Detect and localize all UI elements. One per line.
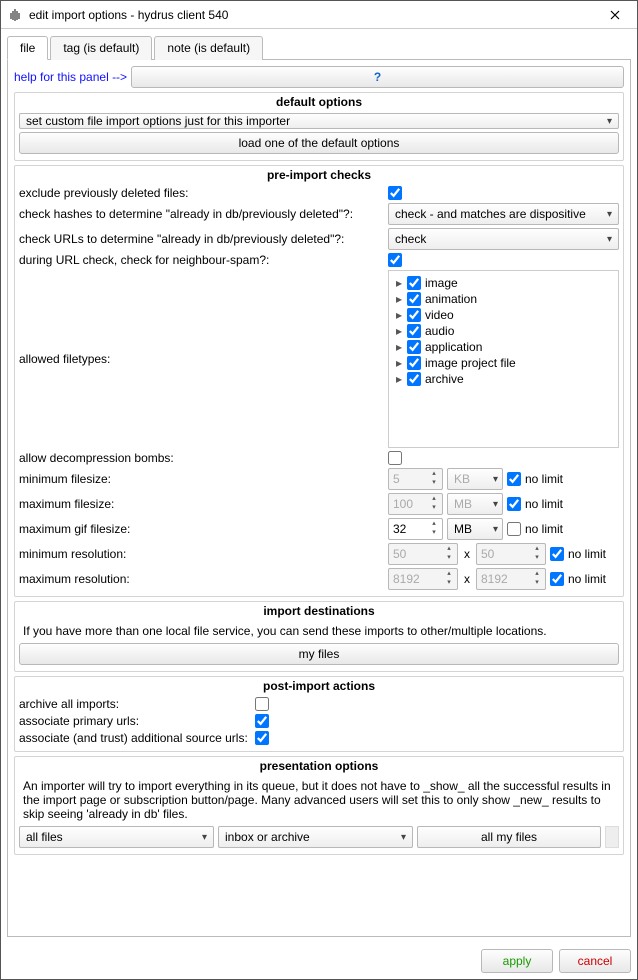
min-res-label: minimum resolution: bbox=[19, 547, 382, 561]
tab-note[interactable]: note (is default) bbox=[154, 36, 263, 60]
min-res-w[interactable]: ▴▾ bbox=[388, 543, 458, 565]
max-filesize-nolimit[interactable] bbox=[507, 497, 521, 511]
section-presentation: presentation options An importer will tr… bbox=[14, 756, 624, 855]
neighbour-spam-checkbox[interactable] bbox=[388, 253, 402, 267]
filetype-checkbox[interactable] bbox=[407, 324, 421, 338]
destinations-desc: If you have more than one local file ser… bbox=[19, 622, 619, 640]
check-urls-label: check URLs to determine "already in db/p… bbox=[19, 232, 382, 246]
max-res-w[interactable]: ▴▾ bbox=[388, 568, 458, 590]
section-default-options: default options set custom file import o… bbox=[14, 92, 624, 161]
presentation-filter-2[interactable]: inbox or archive bbox=[218, 826, 413, 848]
filetype-item: ▸image project file bbox=[395, 355, 612, 371]
check-hashes-select[interactable]: check - and matches are dispositive bbox=[388, 203, 619, 225]
presentation-filter-1[interactable]: all files bbox=[19, 826, 214, 848]
additional-urls-checkbox[interactable] bbox=[255, 731, 269, 745]
chevron-right-icon[interactable]: ▸ bbox=[395, 356, 403, 370]
chevron-right-icon[interactable]: ▸ bbox=[395, 308, 403, 322]
presentation-filter-3[interactable]: all my files bbox=[417, 826, 601, 848]
tabs: file tag (is default) note (is default) bbox=[7, 35, 631, 60]
section-postimport: post-import actions archive all imports:… bbox=[14, 676, 624, 752]
close-button[interactable] bbox=[599, 4, 631, 26]
min-res-nolimit[interactable] bbox=[550, 547, 564, 561]
default-options-select[interactable]: set custom file import options just for … bbox=[19, 113, 619, 129]
max-gif-label: maximum gif filesize: bbox=[19, 522, 382, 536]
postimport-header: post-import actions bbox=[15, 677, 623, 695]
min-filesize-nolimit[interactable] bbox=[507, 472, 521, 486]
footer: apply cancel bbox=[1, 943, 637, 979]
filetype-checkbox[interactable] bbox=[407, 372, 421, 386]
min-filesize-label: minimum filesize: bbox=[19, 472, 382, 486]
tab-tag[interactable]: tag (is default) bbox=[50, 36, 152, 60]
min-res-h[interactable]: ▴▾ bbox=[476, 543, 546, 565]
preimport-header: pre-import checks bbox=[15, 166, 623, 184]
archive-checkbox[interactable] bbox=[255, 697, 269, 711]
filetype-item: ▸audio bbox=[395, 323, 612, 339]
filetypes-label: allowed filetypes: bbox=[19, 270, 382, 448]
chevron-right-icon[interactable]: ▸ bbox=[395, 324, 403, 338]
tab-file[interactable]: file bbox=[7, 36, 48, 60]
filetypes-tree[interactable]: ▸image ▸animation ▸video ▸audio ▸applica… bbox=[388, 270, 619, 448]
allow-decomp-checkbox[interactable] bbox=[388, 451, 402, 465]
max-res-h[interactable]: ▴▾ bbox=[476, 568, 546, 590]
x-label: x bbox=[462, 547, 472, 561]
min-filesize-unit[interactable]: KB bbox=[447, 468, 503, 490]
chevron-right-icon[interactable]: ▸ bbox=[395, 340, 403, 354]
filetype-checkbox[interactable] bbox=[407, 340, 421, 354]
destinations-header: import destinations bbox=[15, 602, 623, 620]
max-gif-unit[interactable]: MB bbox=[447, 518, 503, 540]
max-filesize-label: maximum filesize: bbox=[19, 497, 382, 511]
max-res-label: maximum resolution: bbox=[19, 572, 382, 586]
app-icon bbox=[7, 7, 23, 23]
help-label: help for this panel --> bbox=[14, 70, 127, 84]
filetype-checkbox[interactable] bbox=[407, 308, 421, 322]
default-options-header: default options bbox=[15, 93, 623, 111]
scroll-indicator[interactable] bbox=[605, 826, 619, 848]
presentation-desc: An importer will try to import everythin… bbox=[19, 777, 619, 823]
archive-label: archive all imports: bbox=[19, 697, 249, 711]
filetype-checkbox[interactable] bbox=[407, 292, 421, 306]
max-filesize-unit[interactable]: MB bbox=[447, 493, 503, 515]
destinations-button[interactable]: my files bbox=[19, 643, 619, 665]
max-gif-value[interactable]: ▴▾ bbox=[388, 518, 443, 540]
max-res-nolimit[interactable] bbox=[550, 572, 564, 586]
check-urls-select[interactable]: check bbox=[388, 228, 619, 250]
neighbour-spam-label: during URL check, check for neighbour-sp… bbox=[19, 253, 382, 267]
exclude-deleted-label: exclude previously deleted files: bbox=[19, 186, 382, 200]
min-filesize-value[interactable]: ▴▾ bbox=[388, 468, 443, 490]
apply-button[interactable]: apply bbox=[481, 949, 553, 973]
additional-urls-label: associate (and trust) additional source … bbox=[19, 731, 249, 745]
filetype-item: ▸application bbox=[395, 339, 612, 355]
filetype-item: ▸video bbox=[395, 307, 612, 323]
filetype-item: ▸animation bbox=[395, 291, 612, 307]
window-title: edit import options - hydrus client 540 bbox=[29, 8, 599, 22]
filetype-item: ▸image bbox=[395, 275, 612, 291]
chevron-right-icon[interactable]: ▸ bbox=[395, 372, 403, 386]
max-gif-nolimit[interactable] bbox=[507, 522, 521, 536]
help-button[interactable]: ? bbox=[131, 66, 624, 88]
x-label: x bbox=[462, 572, 472, 586]
primary-urls-checkbox[interactable] bbox=[255, 714, 269, 728]
filetype-checkbox[interactable] bbox=[407, 356, 421, 370]
exclude-deleted-checkbox[interactable] bbox=[388, 186, 402, 200]
cancel-button[interactable]: cancel bbox=[559, 949, 631, 973]
load-defaults-button[interactable]: load one of the default options bbox=[19, 132, 619, 154]
section-preimport: pre-import checks exclude previously del… bbox=[14, 165, 624, 597]
section-destinations: import destinations If you have more tha… bbox=[14, 601, 624, 672]
help-icon: ? bbox=[374, 70, 381, 84]
titlebar: edit import options - hydrus client 540 bbox=[1, 1, 637, 29]
allow-decomp-label: allow decompression bombs: bbox=[19, 451, 382, 465]
filetype-checkbox[interactable] bbox=[407, 276, 421, 290]
chevron-right-icon[interactable]: ▸ bbox=[395, 292, 403, 306]
primary-urls-label: associate primary urls: bbox=[19, 714, 249, 728]
filetype-item: ▸archive bbox=[395, 371, 612, 387]
chevron-right-icon[interactable]: ▸ bbox=[395, 276, 403, 290]
max-filesize-value[interactable]: ▴▾ bbox=[388, 493, 443, 515]
presentation-header: presentation options bbox=[15, 757, 623, 775]
check-hashes-label: check hashes to determine "already in db… bbox=[19, 207, 382, 221]
